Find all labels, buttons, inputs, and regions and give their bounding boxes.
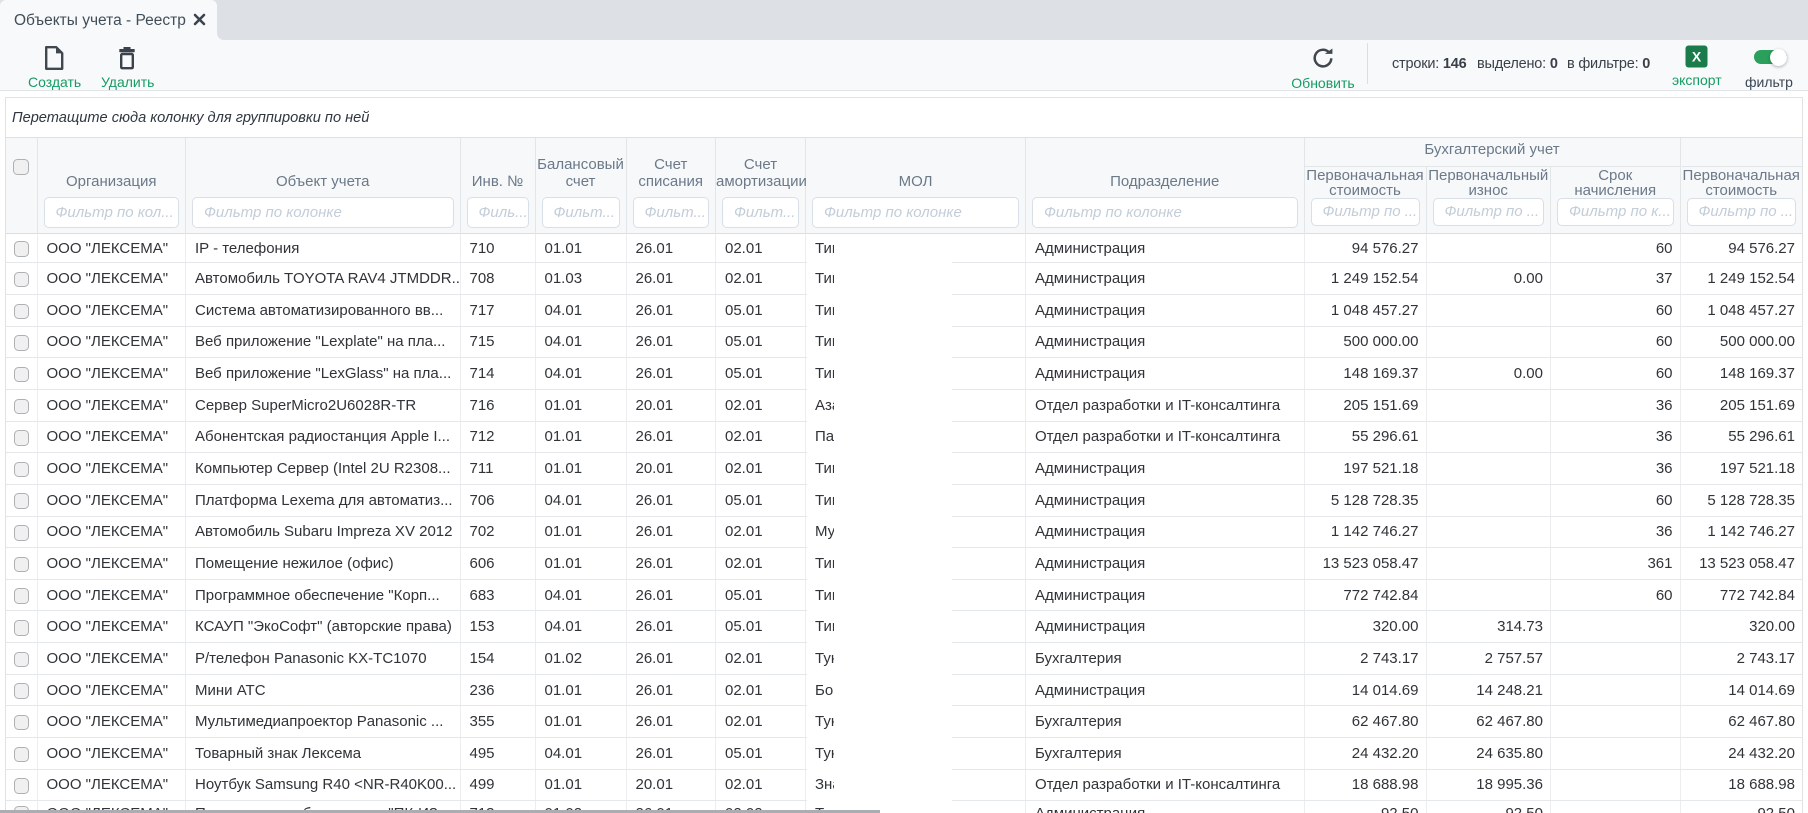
svg-text:X: X	[1691, 49, 1701, 65]
